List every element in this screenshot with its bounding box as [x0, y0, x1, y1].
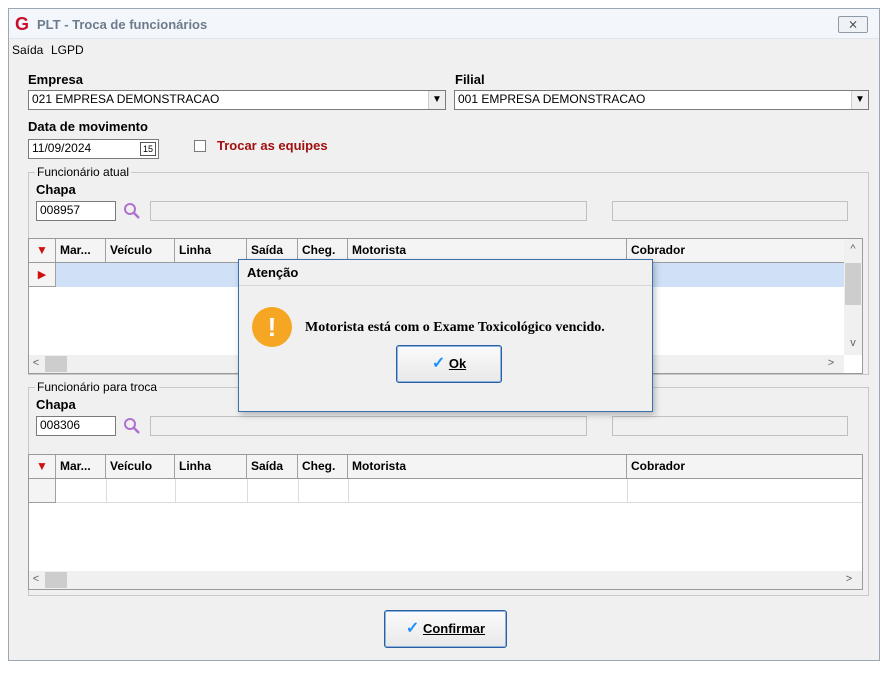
dialog-message: Motorista está com o Exame Toxicológico …	[305, 320, 605, 335]
empresa-value: 021 EMPRESA DEMONSTRACAO	[32, 92, 220, 106]
scroll-thumb[interactable]	[45, 356, 67, 372]
scroll-right-icon[interactable]: >	[824, 357, 838, 369]
menu-lgpd[interactable]: LGPD	[51, 43, 84, 57]
grid-troca-hscroll[interactable]: < >	[29, 571, 862, 589]
sort-indicator-icon[interactable]: ▼	[29, 239, 56, 262]
ok-label: Ok	[448, 356, 467, 371]
menu-saida[interactable]: Saída	[12, 43, 43, 57]
chevron-down-icon[interactable]: ▼	[428, 91, 445, 109]
filial-value: 001 EMPRESA DEMONSTRACAO	[458, 92, 646, 106]
dialog-title: Atenção	[239, 260, 652, 286]
sort-indicator-icon[interactable]: ▼	[29, 455, 56, 478]
chapa-atual-input[interactable]: 008957	[36, 201, 116, 221]
chevron-down-icon[interactable]: ▼	[851, 91, 868, 109]
nome-troca-field	[150, 416, 587, 436]
col-linha[interactable]: Linha	[175, 239, 247, 262]
grid-atual-vscroll[interactable]: ^ v	[844, 239, 862, 355]
extra-troca-field	[612, 416, 848, 436]
checkmark-icon: ✓	[405, 620, 420, 637]
scroll-left-icon[interactable]: <	[29, 573, 43, 585]
close-button[interactable]: ⨯	[838, 16, 868, 33]
empresa-select[interactable]: 021 EMPRESA DEMONSTRACAO ▼	[28, 90, 446, 110]
ok-button[interactable]: ✓ Ok	[396, 345, 502, 383]
scroll-left-icon[interactable]: <	[29, 357, 43, 369]
data-movimento-label: Data de movimento	[28, 119, 148, 134]
scroll-right-icon[interactable]: >	[842, 573, 856, 585]
alert-dialog: Atenção ! Motorista está com o Exame Tox…	[238, 259, 653, 412]
chapa-atual-label: Chapa	[36, 182, 76, 197]
funcionario-atual-legend: Funcionário atual	[35, 165, 132, 179]
scroll-thumb[interactable]	[45, 572, 67, 588]
search-icon[interactable]	[122, 417, 142, 435]
col-cobrador[interactable]: Cobrador	[627, 239, 844, 262]
data-movimento-input[interactable]: 11/09/2024 15	[28, 139, 159, 159]
table-row[interactable]	[56, 479, 862, 503]
nome-atual-field	[150, 201, 587, 221]
col-linha[interactable]: Linha	[175, 455, 247, 478]
data-movimento-value: 11/09/2024	[32, 141, 92, 155]
menu-bar: Saída LGPD	[9, 40, 879, 62]
confirmar-button[interactable]: ✓ Confirmar	[384, 610, 507, 648]
col-saida[interactable]: Saída	[247, 455, 298, 478]
col-marca[interactable]: Mar...	[56, 455, 106, 478]
title-bar: G PLT - Troca de funcionários ⨯	[9, 9, 879, 39]
col-marca[interactable]: Mar...	[56, 239, 106, 262]
row-indicator-icon: ▶	[29, 263, 56, 287]
chapa-troca-label: Chapa	[36, 397, 76, 412]
search-icon[interactable]	[122, 202, 142, 220]
col-cobrador[interactable]: Cobrador	[627, 455, 862, 478]
filial-label: Filial	[455, 72, 485, 87]
col-veiculo[interactable]: Veículo	[106, 239, 175, 262]
empresa-label: Empresa	[28, 72, 83, 87]
confirmar-label: Confirmar	[422, 621, 486, 636]
checkmark-icon: ✓	[431, 355, 446, 372]
col-motorista[interactable]: Motorista	[348, 455, 627, 478]
extra-atual-field	[612, 201, 848, 221]
chapa-troca-input[interactable]: 008306	[36, 416, 116, 436]
app-logo-icon: G	[15, 14, 30, 34]
col-veiculo[interactable]: Veículo	[106, 455, 175, 478]
filial-select[interactable]: 001 EMPRESA DEMONSTRACAO ▼	[454, 90, 869, 110]
scroll-thumb[interactable]	[845, 263, 861, 305]
grid-troca-header: ▼ Mar... Veículo Linha Saída Cheg. Motor…	[29, 455, 862, 479]
trocar-equipes-checkbox[interactable]	[194, 140, 206, 152]
scroll-down-icon[interactable]: v	[844, 337, 862, 349]
funcionario-troca-legend: Funcionário para troca	[35, 380, 160, 394]
window-title: PLT - Troca de funcionários	[37, 17, 208, 32]
scroll-up-icon[interactable]: ^	[844, 243, 862, 255]
calendar-icon[interactable]: 15	[140, 142, 156, 156]
grid-troca[interactable]: ▼ Mar... Veículo Linha Saída Cheg. Motor…	[28, 454, 863, 590]
col-chegada[interactable]: Cheg.	[298, 455, 348, 478]
warning-icon: !	[252, 307, 292, 347]
trocar-equipes-label: Trocar as equipes	[217, 138, 328, 153]
chapa-troca-value: 008306	[40, 418, 81, 432]
chapa-atual-value: 008957	[40, 203, 81, 217]
row-indicator	[29, 479, 56, 503]
